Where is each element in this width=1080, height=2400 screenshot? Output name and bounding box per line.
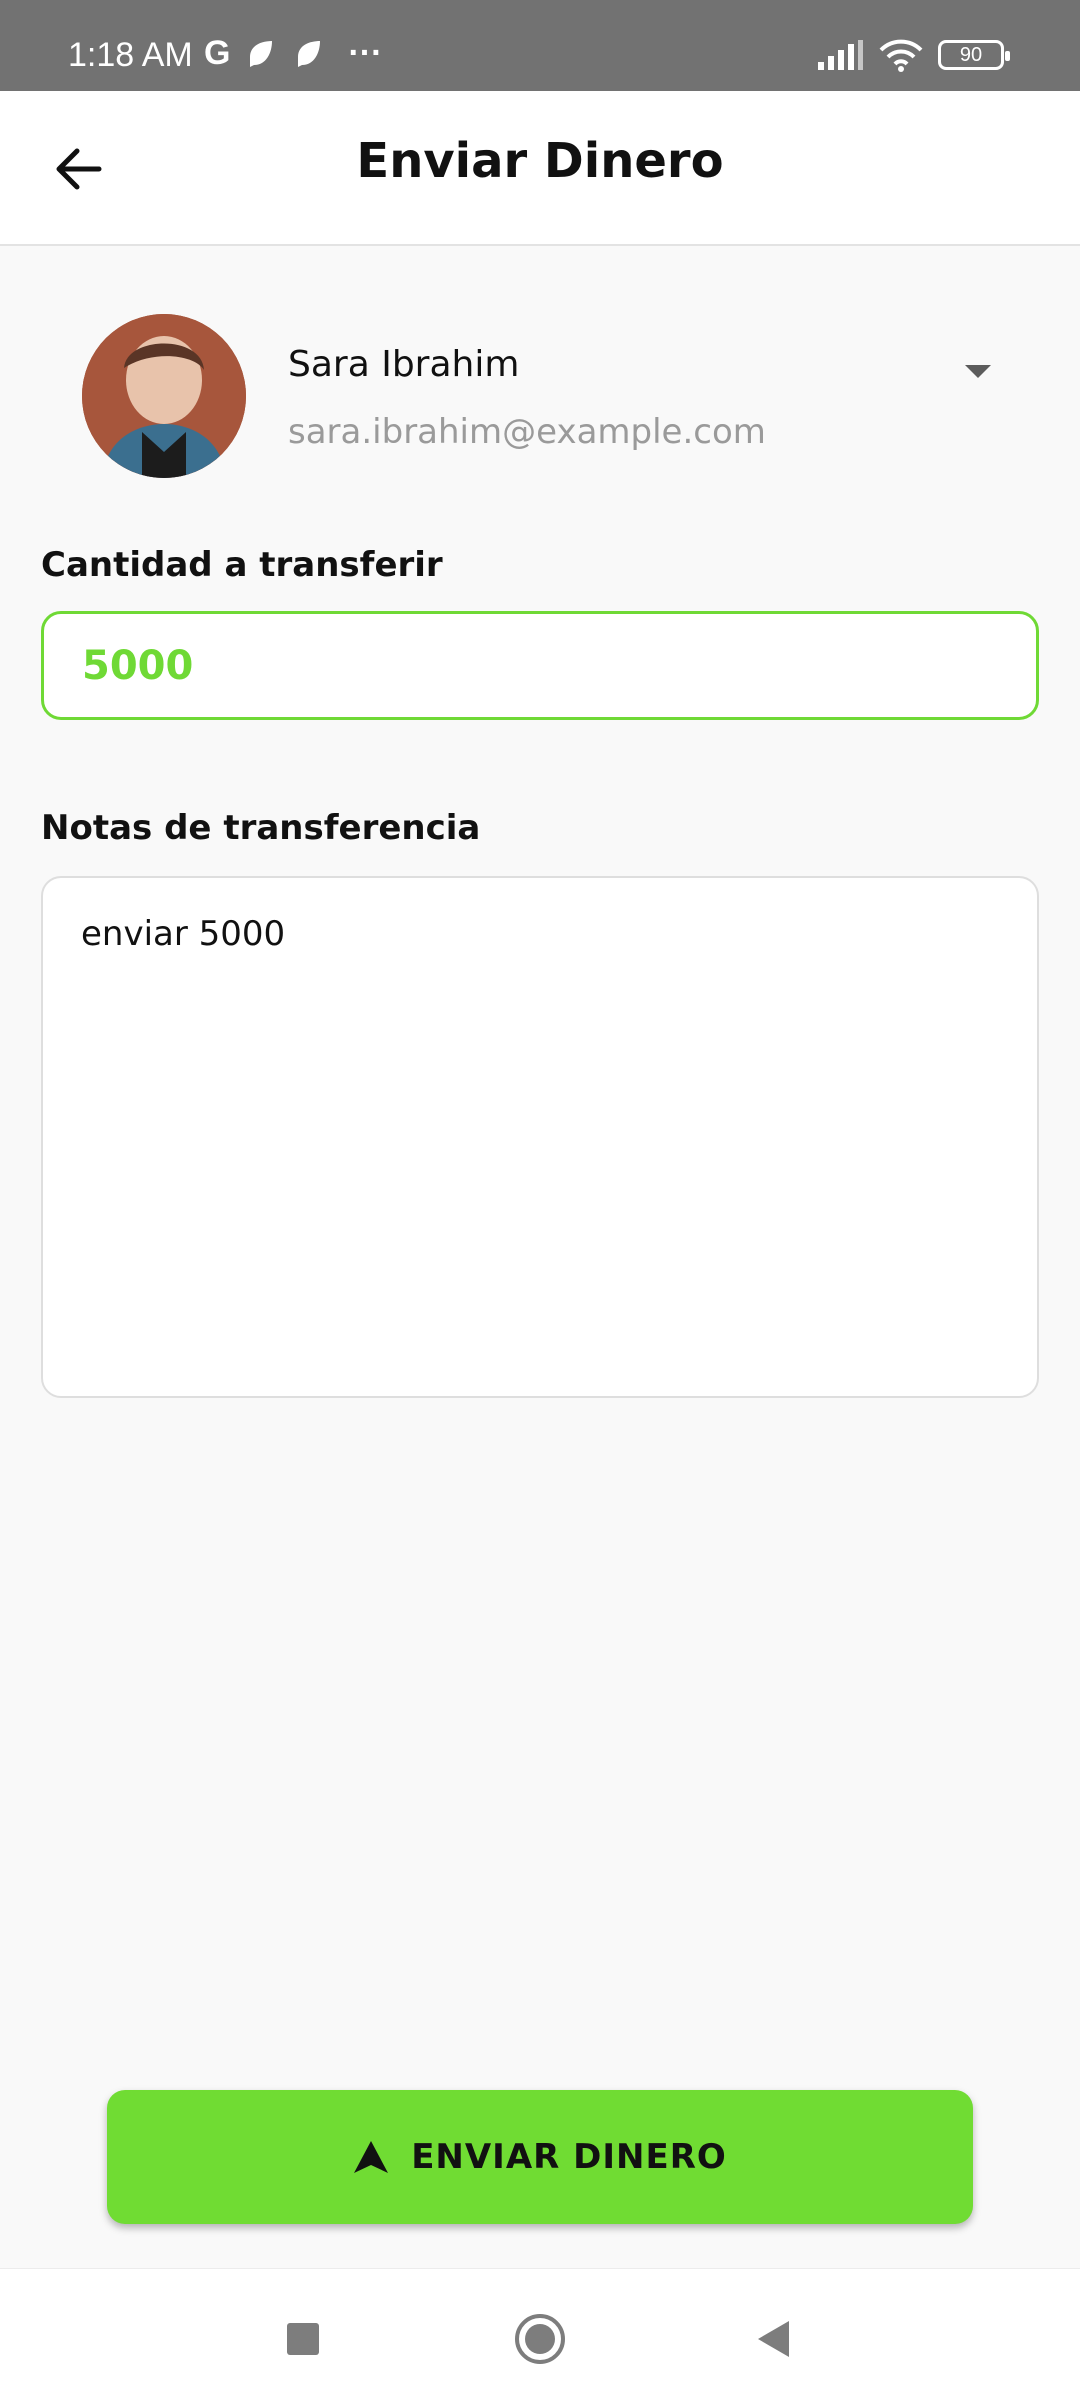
status-time: 1:18 AM — [68, 36, 193, 74]
home-button[interactable] — [510, 2309, 570, 2369]
page-title: Enviar Dinero — [356, 133, 724, 189]
wifi-icon — [879, 39, 923, 72]
status-right: 90 — [816, 38, 1010, 72]
notes-value: enviar 5000 — [81, 914, 286, 954]
system-nav-bar — [0, 2268, 1080, 2400]
triangle-back-icon — [758, 2321, 789, 2357]
battery-icon: 90 — [938, 40, 1010, 70]
overflow-dots: ··· — [348, 34, 383, 72]
amount-value: 5000 — [82, 642, 194, 689]
recipient-name: Sara Ibrahim — [288, 344, 520, 385]
notes-textarea[interactable]: enviar 5000 — [41, 876, 1039, 1398]
send-button-label: ENVIAR DINERO — [411, 2137, 727, 2177]
square-icon — [287, 2323, 319, 2355]
leaf-icon — [250, 40, 273, 67]
notes-label: Notas de transferencia — [41, 808, 481, 848]
leaf-icon — [298, 40, 321, 67]
back-nav-button[interactable] — [744, 2309, 804, 2369]
send-icon — [354, 2141, 389, 2173]
recents-button[interactable] — [273, 2309, 333, 2369]
status-left-icons: G ··· — [204, 34, 382, 73]
app-bar: Enviar Dinero — [0, 91, 1080, 246]
circle-home-icon — [515, 2314, 565, 2364]
recipient-selector[interactable]: Sara Ibrahim sara.ibrahim@example.com — [40, 296, 1040, 478]
signal-icon — [818, 40, 863, 70]
amount-label: Cantidad a transferir — [41, 545, 443, 585]
amount-input[interactable]: 5000 — [41, 611, 1039, 720]
avatar — [82, 314, 246, 478]
battery-level: 90 — [959, 43, 983, 66]
status-bar: 1:18 AM G ··· 90 — [0, 0, 1080, 91]
caret-down-icon[interactable] — [958, 356, 998, 386]
send-money-button[interactable]: ENVIAR DINERO — [107, 2090, 973, 2224]
google-icon: G — [204, 34, 231, 72]
recipient-email: sara.ibrahim@example.com — [288, 412, 766, 452]
